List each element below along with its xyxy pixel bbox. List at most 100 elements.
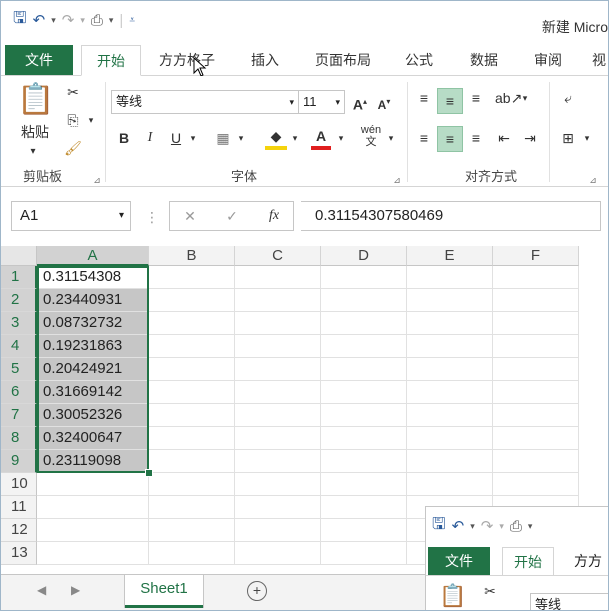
- window2-redo-icon[interactable]: ↷: [481, 517, 494, 535]
- cell-b5[interactable]: [149, 358, 235, 381]
- cell-a4[interactable]: 0.19231863: [37, 335, 149, 358]
- italic-icon[interactable]: I: [141, 128, 159, 148]
- add-sheet-icon[interactable]: +: [247, 581, 267, 601]
- row-header-2[interactable]: 2: [1, 289, 37, 312]
- cell-b6[interactable]: [149, 381, 235, 404]
- phonetic-dropdown-icon[interactable]: ▾: [385, 128, 397, 148]
- wrap-text-icon[interactable]: ⤶: [557, 88, 579, 108]
- paste-dropdown-icon[interactable]: ▾: [23, 142, 43, 162]
- window2-tab-fangfang[interactable]: 方方: [566, 547, 608, 575]
- font-size-box[interactable]: 11 ▾: [299, 90, 345, 114]
- row-header-10[interactable]: 10: [1, 473, 37, 496]
- cell-e10[interactable]: [407, 473, 493, 496]
- cell-d10[interactable]: [321, 473, 407, 496]
- cell-b7[interactable]: [149, 404, 235, 427]
- cell-a6[interactable]: 0.31669142: [37, 381, 149, 404]
- font-color-dropdown-icon[interactable]: ▾: [335, 128, 347, 148]
- cell-e9[interactable]: [407, 450, 493, 473]
- print-dropdown-icon[interactable]: ▾: [109, 15, 114, 26]
- align-center-icon[interactable]: ≡: [437, 126, 463, 152]
- redo-icon[interactable]: ↷: [62, 11, 75, 29]
- cell-f7[interactable]: [493, 404, 579, 427]
- copy-icon[interactable]: ⎘: [63, 110, 83, 130]
- cell-c13[interactable]: [235, 542, 321, 565]
- merge-dropdown-icon[interactable]: ▾: [581, 128, 593, 148]
- font-size-dropdown-icon[interactable]: ▾: [335, 91, 340, 113]
- decrease-font-icon[interactable]: A▾: [375, 92, 393, 115]
- cell-a7[interactable]: 0.30052326: [37, 404, 149, 427]
- cell-d1[interactable]: [321, 266, 407, 289]
- cell-c11[interactable]: [235, 496, 321, 519]
- cell-c5[interactable]: [235, 358, 321, 381]
- cell-e7[interactable]: [407, 404, 493, 427]
- increase-indent-icon[interactable]: ⇥: [519, 128, 541, 148]
- tab-fangfangezi[interactable]: 方方格子: [151, 45, 223, 75]
- row-header-13[interactable]: 13: [1, 542, 37, 565]
- cell-a1[interactable]: 0.31154308: [37, 266, 149, 289]
- phonetic-guide-icon[interactable]: wén 文: [359, 124, 383, 148]
- print-icon[interactable]: ⎙: [91, 12, 103, 29]
- tab-data[interactable]: 数据: [459, 45, 509, 75]
- save-icon[interactable]: 🖫: [13, 7, 27, 34]
- window2-redo-dropdown-icon[interactable]: ▾: [499, 521, 504, 532]
- font-color-icon[interactable]: A: [311, 126, 331, 150]
- tab-formulas[interactable]: 公式: [397, 45, 441, 75]
- tab-review[interactable]: 审阅: [523, 45, 573, 75]
- orientation-dropdown-icon[interactable]: ▾: [519, 88, 531, 108]
- cell-c7[interactable]: [235, 404, 321, 427]
- tab-page-layout[interactable]: 页面布局: [307, 45, 379, 75]
- cell-c6[interactable]: [235, 381, 321, 404]
- cell-e3[interactable]: [407, 312, 493, 335]
- cell-e2[interactable]: [407, 289, 493, 312]
- cell-c10[interactable]: [235, 473, 321, 496]
- merge-center-icon[interactable]: ⊞: [557, 128, 579, 148]
- row-header-4[interactable]: 4: [1, 335, 37, 358]
- format-painter-icon[interactable]: 🖌: [63, 138, 83, 158]
- window2-tab-home[interactable]: 开始: [502, 547, 554, 576]
- cell-d3[interactable]: [321, 312, 407, 335]
- cell-a11[interactable]: [37, 496, 149, 519]
- align-top-icon[interactable]: ≡: [413, 88, 435, 108]
- undo-icon[interactable]: ↶: [33, 11, 46, 29]
- align-left-icon[interactable]: ≡: [413, 128, 435, 148]
- font-name-dropdown-icon[interactable]: ▾: [289, 91, 294, 113]
- row-header-6[interactable]: 6: [1, 381, 37, 404]
- cell-a3[interactable]: 0.08732732: [37, 312, 149, 335]
- cell-c8[interactable]: [235, 427, 321, 450]
- row-header-8[interactable]: 8: [1, 427, 37, 450]
- column-header-c[interactable]: C: [235, 246, 321, 266]
- cell-e1[interactable]: [407, 266, 493, 289]
- cell-f6[interactable]: [493, 381, 579, 404]
- column-header-e[interactable]: E: [407, 246, 493, 266]
- cell-f5[interactable]: [493, 358, 579, 381]
- alignment-launcher-icon[interactable]: ⊿: [587, 170, 599, 190]
- cell-b8[interactable]: [149, 427, 235, 450]
- cell-e8[interactable]: [407, 427, 493, 450]
- cell-b3[interactable]: [149, 312, 235, 335]
- bold-icon[interactable]: B: [115, 128, 133, 148]
- cell-e6[interactable]: [407, 381, 493, 404]
- cell-a13[interactable]: [37, 542, 149, 565]
- cell-c9[interactable]: [235, 450, 321, 473]
- sheet-prev-icon[interactable]: ◀: [37, 583, 46, 597]
- cell-c1[interactable]: [235, 266, 321, 289]
- cell-d4[interactable]: [321, 335, 407, 358]
- enter-icon[interactable]: ✓: [222, 206, 242, 226]
- cell-e5[interactable]: [407, 358, 493, 381]
- cell-a12[interactable]: [37, 519, 149, 542]
- column-header-d[interactable]: D: [321, 246, 407, 266]
- align-bottom-icon[interactable]: ≡: [465, 88, 487, 108]
- undo-dropdown-icon[interactable]: ▾: [51, 15, 56, 26]
- underline-icon[interactable]: U: [167, 128, 185, 148]
- copy-dropdown-icon[interactable]: ▾: [85, 110, 97, 130]
- row-header-3[interactable]: 3: [1, 312, 37, 335]
- cell-a10[interactable]: [37, 473, 149, 496]
- row-header-1[interactable]: 1: [1, 266, 37, 289]
- cell-f10[interactable]: [493, 473, 579, 496]
- cell-c12[interactable]: [235, 519, 321, 542]
- cell-c4[interactable]: [235, 335, 321, 358]
- window2-print-icon[interactable]: ⎙: [510, 518, 522, 535]
- underline-dropdown-icon[interactable]: ▾: [187, 128, 199, 148]
- decrease-indent-icon[interactable]: ⇤: [493, 128, 515, 148]
- cell-a9[interactable]: 0.23119098: [37, 450, 149, 473]
